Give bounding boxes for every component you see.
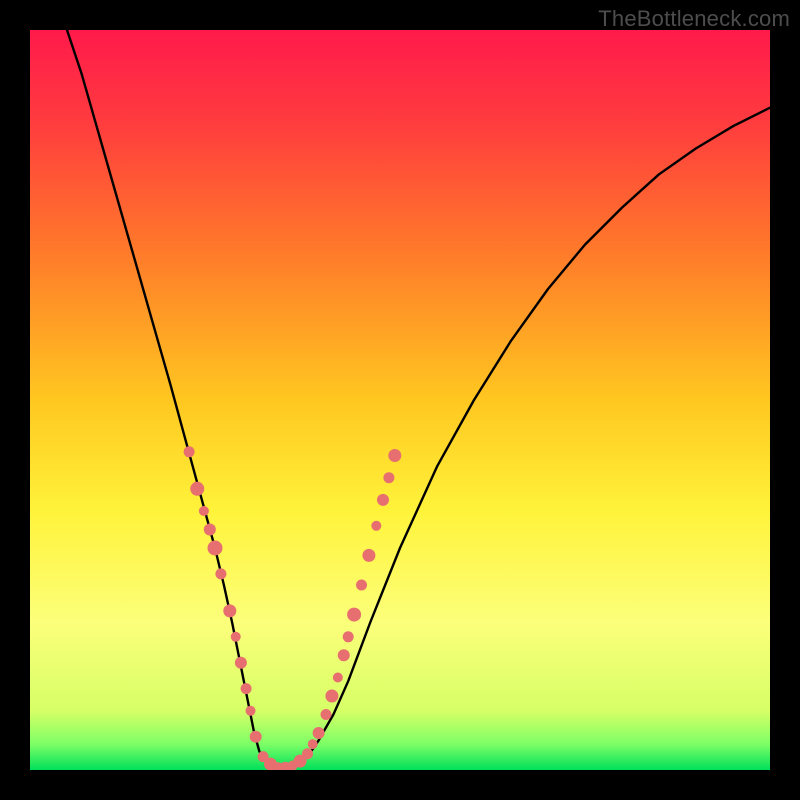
sample-marker (371, 521, 381, 531)
sample-marker (241, 683, 252, 694)
watermark-text: TheBottleneck.com (598, 6, 790, 32)
sample-marker (223, 604, 236, 617)
sample-marker (208, 541, 223, 556)
sample-marker (246, 706, 256, 716)
sample-marker (377, 494, 389, 506)
sample-marker (333, 673, 343, 683)
sample-marker (184, 446, 195, 457)
sample-marker (338, 649, 350, 661)
sample-marker (302, 748, 313, 759)
plot-area (30, 30, 770, 770)
sample-marker (347, 608, 361, 622)
bottleneck-chart (30, 30, 770, 770)
sample-marker (215, 568, 226, 579)
sample-marker (199, 506, 209, 516)
sample-marker (321, 709, 332, 720)
sample-marker (190, 482, 204, 496)
sample-marker (325, 690, 338, 703)
sample-marker (231, 632, 241, 642)
sample-marker (308, 739, 318, 749)
sample-marker (313, 727, 325, 739)
sample-marker (356, 580, 367, 591)
sample-marker (388, 449, 401, 462)
sample-marker (383, 472, 394, 483)
sample-marker (235, 657, 247, 669)
chart-frame: TheBottleneck.com (0, 0, 800, 800)
sample-marker (343, 631, 354, 642)
gradient-background (30, 30, 770, 770)
sample-marker (250, 731, 262, 743)
sample-marker (362, 549, 375, 562)
sample-marker (204, 524, 216, 536)
